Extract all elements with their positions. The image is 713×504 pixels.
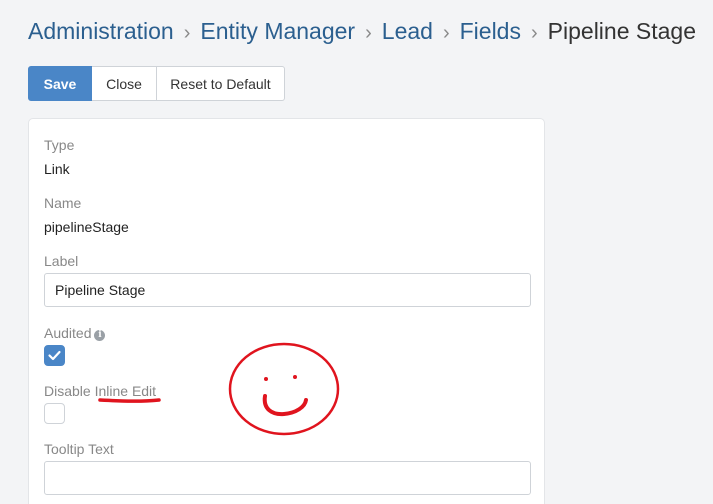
breadcrumb-separator: › xyxy=(365,22,372,44)
breadcrumb-link-administration[interactable]: Administration xyxy=(28,18,174,44)
breadcrumb-separator: › xyxy=(442,22,450,44)
label-label: Label xyxy=(44,253,79,269)
disable-inline-edit-label: Disable Inline Edit xyxy=(44,383,157,399)
page-title: Pipeline Stage xyxy=(547,18,696,44)
audited-label-text: Audited xyxy=(44,325,92,341)
field-settings-panel: Type Link Name pipelineStage Label Pipel… xyxy=(28,118,545,504)
tooltip-text-label: Tooltip Text xyxy=(44,441,114,457)
type-value: Link xyxy=(44,161,70,177)
breadcrumb-link-fields[interactable]: Fields xyxy=(460,18,521,44)
reset-to-default-button[interactable]: Reset to Default xyxy=(157,66,285,101)
info-icon[interactable]: i xyxy=(94,330,106,341)
breadcrumb-link-entity-manager[interactable]: Entity Manager xyxy=(200,18,355,44)
close-button[interactable]: Close xyxy=(92,66,157,101)
breadcrumb-separator: › xyxy=(530,22,538,44)
name-value: pipelineStage xyxy=(44,219,129,235)
page: Administration › Entity Manager › Lead › Field… xyxy=(0,0,713,504)
checkmark-icon xyxy=(48,350,61,361)
breadcrumb-separator: › xyxy=(183,22,191,44)
disable-inline-edit-checkbox[interactable] xyxy=(44,403,65,424)
toolbar: Save Close Reset to Default xyxy=(28,66,285,101)
label-input[interactable]: Pipeline Stage xyxy=(44,273,531,307)
breadcrumb: Administration › Entity Manager › Lead › Field… xyxy=(28,16,696,48)
name-label: Name xyxy=(44,195,82,211)
audited-checkbox[interactable] xyxy=(44,345,65,366)
breadcrumb-link-lead[interactable]: Lead xyxy=(382,18,433,44)
save-button[interactable]: Save xyxy=(28,66,92,101)
audited-label: Audited i xyxy=(44,325,106,341)
tooltip-text-input[interactable] xyxy=(44,461,531,495)
type-label: Type xyxy=(44,137,75,153)
